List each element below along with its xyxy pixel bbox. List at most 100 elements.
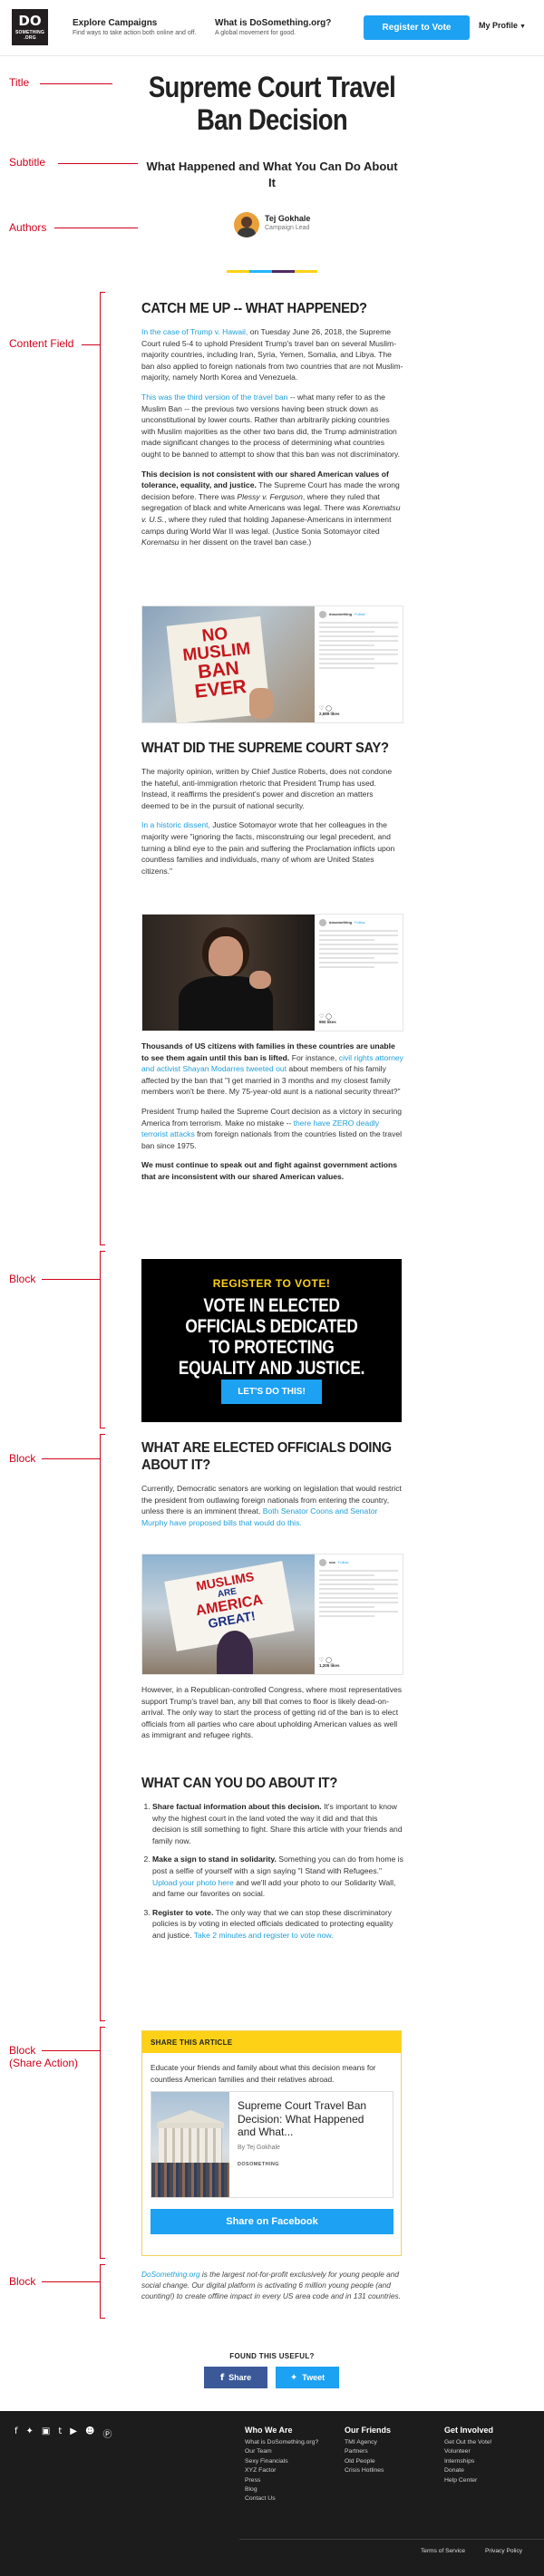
tweet-button[interactable]: ✦ Tweet	[276, 2367, 339, 2388]
instagram-username[interactable]: dosomething	[329, 612, 352, 617]
section-heading-elected-officials: What are elected officials doing about i…	[141, 1440, 392, 1473]
facebook-share-button[interactable]: f Share	[204, 2367, 267, 2388]
sotomayor-photo	[142, 915, 315, 1031]
rally-photo: MUSLIMS ARE AMERICA GREAT!	[142, 1554, 315, 1674]
instagram-embed-sotomayor[interactable]: dosomething Follow ♡ ◯ 950 likes	[141, 914, 403, 1031]
tweet-label: Tweet	[302, 2373, 325, 2382]
color-divider-segment	[295, 270, 317, 273]
footer-link[interactable]: Partners	[345, 2447, 391, 2456]
follow-link[interactable]: Follow	[338, 1560, 349, 1565]
third-version-link[interactable]: This was the third version of the travel…	[141, 392, 287, 402]
footer-link[interactable]: Volunteer	[444, 2447, 493, 2456]
dosomething-link[interactable]: DoSomething.org	[141, 2270, 200, 2279]
preview-domain: DOSOMETHING	[238, 2161, 279, 2167]
footer-link[interactable]: Contact Us	[245, 2494, 318, 2503]
hand-shape	[249, 971, 271, 989]
protest-sign-photo: NO MUSLIM BAN EVER	[142, 606, 315, 722]
case-name: Plessy v. Ferguson	[237, 491, 303, 501]
block-share-bracket	[100, 2027, 105, 2259]
footer-link[interactable]: Our Team	[245, 2447, 318, 2456]
what-is-dosomething-link[interactable]: What is DoSomething.org? A global moveme…	[215, 18, 331, 38]
footer-link[interactable]: What is DoSomething.org?	[245, 2438, 318, 2447]
footer-link[interactable]: Donate	[444, 2466, 493, 2475]
list-item: Share factual information about this dec…	[152, 1801, 403, 1846]
case-name: Korematsu	[141, 537, 180, 547]
upload-photo-link[interactable]: Upload your photo here	[152, 1878, 234, 1887]
dosomething-logo[interactable]: DO SOMETHING .ORG	[12, 9, 48, 45]
share-on-facebook-button[interactable]: Share on Facebook	[151, 2209, 393, 2234]
footer-link[interactable]: Old People	[345, 2457, 391, 2466]
footer-link[interactable]: Internships	[444, 2457, 493, 2466]
footer-heading: Get Involved	[444, 2426, 494, 2435]
share-block-heading: SHARE THIS ARTICLE	[142, 2031, 401, 2053]
facebook-icon: f	[219, 2372, 225, 2383]
paragraph-bold: We must continue to speak out and fight …	[141, 1160, 398, 1181]
trump-v-hawaii-link[interactable]: In the case of Trump v. Hawaii,	[141, 327, 248, 336]
section-elected-officials: What are elected officials doing about i…	[141, 1439, 403, 1528]
preview-title: Supreme Court Travel Ban Decision: What …	[238, 2099, 367, 2138]
what-is-title: What is DoSomething.org?	[215, 18, 332, 28]
likes-count: 1,205 likes	[319, 1663, 340, 1668]
useful-share-buttons: f Share ✦ Tweet	[204, 2367, 347, 2388]
footer-link[interactable]: TMI Agency	[345, 2438, 391, 2447]
instagram-post-sidebar: vox Follow ♡ ◯ 1,205 likes	[315, 1554, 403, 1674]
footer-link[interactable]: Get Out the Vote!	[444, 2438, 493, 2447]
instagram-username[interactable]: vox	[329, 1560, 335, 1565]
terms-of-service-link[interactable]: Terms of Service	[421, 2548, 465, 2554]
top-navigation: DO SOMETHING .ORG Explore Campaigns Find…	[0, 0, 544, 56]
instagram-actions[interactable]: ♡ ◯ 2,689 likes	[319, 706, 340, 717]
instagram-username[interactable]: dosomething	[329, 920, 352, 925]
lets-do-this-button[interactable]: LET'S DO THIS!	[221, 1380, 322, 1404]
instagram-embed-protest[interactable]: NO MUSLIM BAN EVER dosomething Follow ♡ ◯…	[141, 605, 403, 723]
footer-column-who-we-are: Who We Are What is DoSomething.org? Our …	[245, 2426, 318, 2504]
likes-count: 2,689 likes	[319, 712, 340, 716]
footer-link[interactable]: Blog	[245, 2485, 318, 2494]
privacy-policy-link[interactable]: Privacy Policy	[485, 2548, 522, 2554]
register-kicker: REGISTER TO VOTE!	[212, 1277, 331, 1290]
annotation-block-share: Block (Share Action)	[9, 2044, 79, 2069]
tumblr-icon[interactable]: t	[58, 2426, 62, 2440]
footer-link[interactable]: Sexy Financials	[245, 2457, 318, 2466]
paragraph: The majority opinion, written by Chief J…	[141, 767, 393, 810]
twitter-icon[interactable]: ✦	[26, 2426, 34, 2440]
instagram-actions[interactable]: ♡ ◯ 950 likes	[319, 1014, 336, 1025]
instagram-embed-vox[interactable]: MUSLIMS ARE AMERICA GREAT! vox Follow ♡ ◯…	[141, 1554, 403, 1675]
footer-link[interactable]: Press	[245, 2476, 318, 2485]
register-vote-link[interactable]: Take 2 minutes and register to vote now.	[194, 1931, 334, 1940]
register-to-vote-block: REGISTER TO VOTE! VOTE IN ELECTED OFFICI…	[141, 1259, 402, 1422]
share-block-description: Educate your friends and family about wh…	[151, 2063, 376, 2084]
instagram-post-sidebar: dosomething Follow ♡ ◯ 2,689 likes	[315, 606, 403, 722]
historic-dissent-link[interactable]: In a historic dissent,	[141, 820, 210, 829]
annotation-block-2: Block	[9, 1452, 36, 1465]
section-heading-what-happened: Catch me up -- what happened?	[141, 301, 367, 316]
share-link-preview[interactable]: Supreme Court Travel Ban Decision: What …	[151, 2091, 393, 2198]
site-footer: f ✦ ▣ t ▶ ☻ Ⓟ Who We Are What is DoSomet…	[0, 2411, 544, 2576]
section-supreme-court-say: What did the Supreme Court say? The majo…	[141, 740, 403, 876]
annotation-content-field-line	[82, 344, 100, 345]
logo-line-1: DO	[18, 13, 42, 29]
twitter-icon: ✦	[289, 2372, 298, 2383]
follow-link[interactable]: Follow	[355, 920, 365, 925]
facebook-share-label: Share	[228, 2373, 252, 2382]
register-to-vote-button[interactable]: Register to Vote	[364, 15, 470, 40]
paragraph: However, in a Republican-controlled Cong…	[141, 1685, 403, 1740]
explore-campaigns-link[interactable]: Explore Campaigns Find ways to take acti…	[73, 18, 196, 38]
facebook-icon[interactable]: f	[15, 2426, 18, 2440]
follow-link[interactable]: Follow	[355, 612, 365, 617]
pinterest-icon[interactable]: Ⓟ	[102, 2426, 112, 2440]
footer-column-our-friends: Our Friends TMI Agency Partners Old Peop…	[345, 2426, 391, 2476]
annotation-block-1: Block	[9, 1273, 36, 1285]
footer-link[interactable]: Help Center	[444, 2476, 493, 2485]
snapchat-icon[interactable]: ☻	[85, 2426, 94, 2440]
my-profile-menu[interactable]: My Profile ▼	[479, 21, 526, 30]
annotation-block-share-line	[42, 2050, 100, 2051]
author-avatar	[234, 212, 259, 237]
what-is-subtitle: A global movement for good.	[215, 30, 296, 36]
instagram-icon[interactable]: ▣	[42, 2426, 50, 2440]
youtube-icon[interactable]: ▶	[70, 2426, 77, 2440]
footer-link[interactable]: Crisis Hotlines	[345, 2466, 391, 2475]
footer-link[interactable]: XYZ Factor	[245, 2466, 318, 2475]
instagram-actions[interactable]: ♡ ◯ 1,205 likes	[319, 1658, 340, 1669]
paragraph: This decision is not consistent with our…	[141, 469, 403, 548]
list-item: Make a sign to stand in solidarity. Some…	[152, 1854, 403, 1899]
